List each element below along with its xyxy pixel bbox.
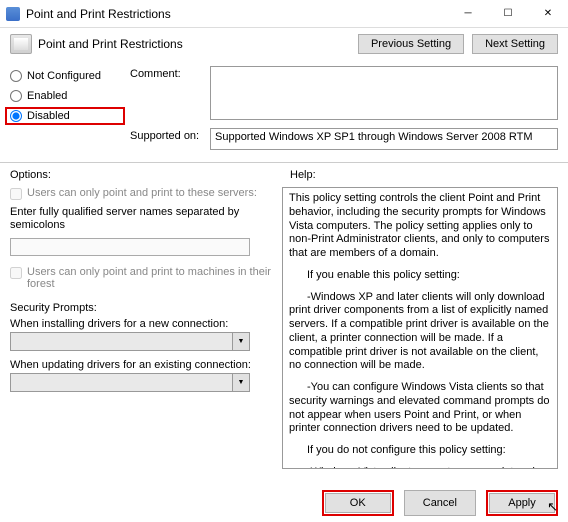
help-bullet: -Windows Vista client computers can poin… [289, 466, 551, 469]
supported-label: Supported on: [130, 128, 208, 142]
maximize-button[interactable]: ☐ [488, 0, 528, 28]
checkbox-pp-forest-label: Users can only point and print to machin… [27, 266, 274, 290]
comment-label: Comment: [130, 66, 208, 80]
help-bullet: -You can configure Windows Vista clients… [289, 381, 551, 436]
servers-input[interactable] [10, 238, 250, 256]
policy-icon [10, 34, 32, 54]
window-title: Point and Print Restrictions [26, 7, 448, 21]
security-prompts-label: Security Prompts: [10, 302, 274, 314]
update-drivers-value [10, 373, 233, 392]
help-heading: Help: [280, 163, 568, 183]
radio-disabled-input[interactable] [10, 110, 22, 122]
radio-not-configured-input[interactable] [10, 70, 22, 82]
previous-setting-button[interactable]: Previous Setting [358, 34, 464, 54]
help-paragraph: If you enable this policy setting: [289, 269, 551, 283]
checkbox-pp-servers[interactable] [10, 188, 22, 200]
install-drivers-question: When installing drivers for a new connec… [10, 318, 274, 330]
comment-input[interactable] [210, 66, 558, 120]
titlebar: Point and Print Restrictions ─ ☐ ✕ [0, 0, 568, 28]
apply-button[interactable]: Apply [489, 493, 555, 513]
next-setting-button[interactable]: Next Setting [472, 34, 558, 54]
chevron-down-icon[interactable]: ▼ [233, 373, 250, 392]
ok-button[interactable]: OK [325, 493, 391, 513]
servers-note: Enter fully qualified server names separ… [10, 206, 274, 232]
help-paragraph: If you do not configure this policy sett… [289, 444, 551, 458]
policy-title: Point and Print Restrictions [38, 37, 352, 51]
install-drivers-combo[interactable]: ▼ [10, 332, 250, 351]
radio-not-configured[interactable]: Not Configured [10, 70, 120, 82]
help-bullet: -Windows XP and later clients will only … [289, 291, 551, 374]
options-heading: Options: [0, 163, 280, 183]
help-panel: This policy setting controls the client … [282, 187, 558, 469]
install-drivers-value [10, 332, 233, 351]
radio-enabled-input[interactable] [10, 90, 22, 102]
close-button[interactable]: ✕ [528, 0, 568, 28]
app-icon [6, 7, 20, 21]
radio-enabled[interactable]: Enabled [10, 90, 120, 102]
checkbox-pp-servers-label: Users can only point and print to these … [27, 187, 257, 199]
radio-disabled[interactable]: Disabled [10, 110, 120, 122]
cancel-button[interactable]: Cancel [404, 490, 476, 516]
minimize-button[interactable]: ─ [448, 0, 488, 28]
radio-disabled-label: Disabled [27, 110, 70, 122]
options-panel: Users can only point and print to these … [10, 187, 274, 469]
checkbox-pp-forest[interactable] [10, 267, 22, 279]
chevron-down-icon[interactable]: ▼ [233, 332, 250, 351]
help-paragraph: This policy setting controls the client … [289, 192, 551, 261]
radio-not-configured-label: Not Configured [27, 70, 101, 82]
supported-value: Supported Windows XP SP1 through Windows… [210, 128, 558, 150]
radio-enabled-label: Enabled [27, 90, 67, 102]
update-drivers-combo[interactable]: ▼ [10, 373, 250, 392]
update-drivers-question: When updating drivers for an existing co… [10, 359, 274, 371]
